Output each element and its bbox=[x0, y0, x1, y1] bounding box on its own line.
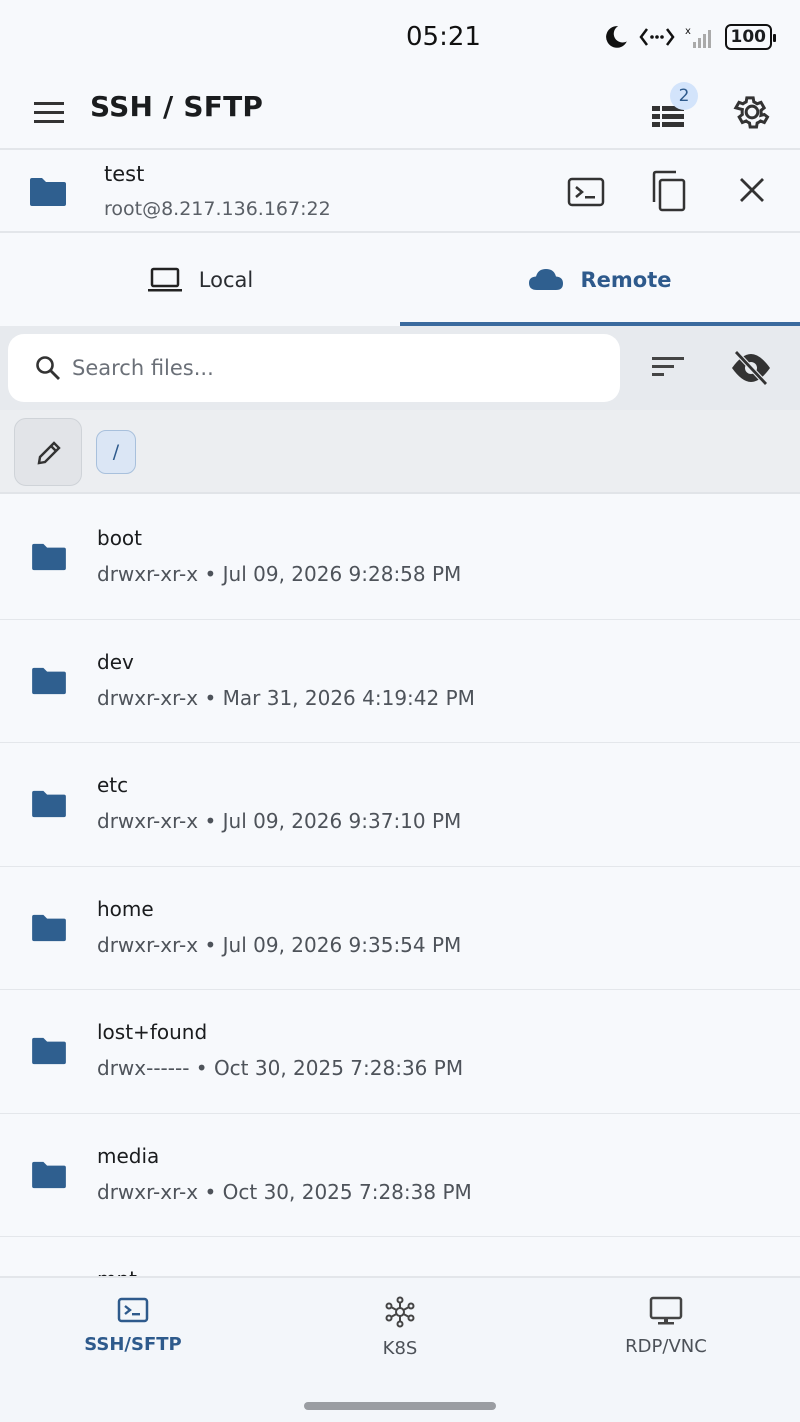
nav-item-rdp-vnc[interactable]: RDP/VNC bbox=[533, 1296, 799, 1376]
file-date: Mar 31, 2026 4:19:42 PM bbox=[222, 685, 475, 710]
file-meta: drwxr-xr-x • Jul 09, 2026 9:35:54 PM bbox=[97, 932, 462, 957]
folder-icon bbox=[32, 1161, 66, 1188]
file-name: etc bbox=[97, 773, 129, 797]
page-title: SSH / SFTP bbox=[90, 90, 264, 123]
file-name: mnt bbox=[97, 1267, 137, 1276]
path-bar: / bbox=[0, 410, 800, 494]
queue-count-badge: 2 bbox=[670, 82, 698, 110]
file-permissions: drwx------ bbox=[97, 1056, 190, 1080]
file-name: home bbox=[97, 896, 154, 921]
menu-icon[interactable] bbox=[32, 96, 66, 130]
tab-label: Remote bbox=[580, 268, 672, 292]
tab-local[interactable]: Local bbox=[0, 234, 400, 326]
moon-icon bbox=[605, 26, 627, 48]
nav-label: RDP/VNC bbox=[625, 1336, 707, 1357]
nav-label: SSH/SFTP bbox=[84, 1334, 182, 1355]
file-name: media bbox=[97, 1143, 160, 1168]
status-bar: 05:21 x 100 bbox=[0, 0, 800, 78]
signal-icon: x bbox=[685, 26, 711, 48]
file-name: dev bbox=[97, 649, 134, 674]
location-tabs: Local Remote bbox=[0, 234, 800, 326]
breadcrumb-root[interactable]: / bbox=[96, 430, 136, 474]
connection-header: test root@8.217.136.167:22 bbox=[0, 150, 800, 232]
folder-icon bbox=[32, 914, 66, 941]
tab-remote[interactable]: Remote bbox=[400, 234, 800, 326]
file-permissions: drwxr-xr-x bbox=[97, 809, 199, 833]
list-item[interactable]: media drwxr-xr-x • Oct 30, 2025 7:28:38 … bbox=[0, 1113, 800, 1237]
folder-icon bbox=[32, 543, 66, 571]
list-item[interactable]: etc drwxr-xr-x • Jul 09, 2026 9:37:10 PM bbox=[0, 743, 800, 867]
folder-icon bbox=[32, 667, 66, 694]
sort-icon[interactable] bbox=[650, 352, 686, 382]
search-input[interactable] bbox=[72, 348, 592, 388]
eye-off-icon[interactable] bbox=[730, 348, 772, 388]
file-date: Jul 09, 2026 9:35:54 PM bbox=[222, 932, 462, 957]
svg-text:x: x bbox=[685, 26, 691, 37]
folder-icon bbox=[32, 1037, 66, 1065]
list-item[interactable]: dev drwxr-xr-x • Mar 31, 2026 4:19:42 PM bbox=[0, 619, 800, 743]
data-transfer-icon bbox=[638, 28, 675, 46]
search-box[interactable] bbox=[8, 334, 620, 402]
network-icon bbox=[385, 1296, 415, 1328]
file-list[interactable]: boot drwxr-xr-x • Jul 09, 2026 9:28:58 P… bbox=[0, 496, 800, 1276]
edit-path-button[interactable] bbox=[14, 418, 82, 486]
file-name: lost+found bbox=[97, 1020, 208, 1044]
pencil-icon bbox=[37, 441, 61, 465]
file-permissions: drwxr-xr-x bbox=[97, 1179, 199, 1204]
list-item[interactable]: lost+found drwx------ • Oct 30, 2025 7:2… bbox=[0, 990, 800, 1114]
file-permissions: drwxr-xr-x bbox=[97, 562, 199, 586]
nav-label: K8S bbox=[382, 1338, 418, 1359]
status-icons: x 100 bbox=[603, 24, 776, 50]
nav-item-ssh-sftp[interactable]: SSH/SFTP bbox=[0, 1296, 266, 1376]
home-indicator[interactable] bbox=[304, 1402, 496, 1410]
file-permissions: drwxr-xr-x bbox=[97, 685, 199, 710]
list-item[interactable]: boot drwxr-xr-x • Jul 09, 2026 9:28:58 P… bbox=[0, 496, 800, 620]
status-time: 05:21 bbox=[406, 22, 481, 52]
file-meta: drwxr-xr-x • Jul 09, 2026 9:28:58 PM bbox=[97, 562, 462, 586]
list-item[interactable]: mnt bbox=[0, 1237, 800, 1276]
monitor-icon bbox=[649, 1296, 683, 1325]
file-name: boot bbox=[97, 526, 143, 550]
search-icon bbox=[36, 356, 60, 380]
close-icon[interactable] bbox=[734, 172, 770, 208]
file-meta: drwxr-xr-x • Oct 30, 2025 7:28:38 PM bbox=[97, 1179, 472, 1204]
terminal-icon[interactable] bbox=[566, 172, 606, 212]
cloud-icon bbox=[529, 269, 564, 290]
bottom-navigation: SSH/SFTP K8S RDP/VNC bbox=[0, 1276, 800, 1422]
file-date: Oct 30, 2025 7:28:38 PM bbox=[222, 1179, 472, 1204]
copy-icon[interactable] bbox=[648, 170, 688, 212]
divider bbox=[0, 231, 800, 233]
folder-icon bbox=[30, 178, 66, 206]
app-bar: SSH / SFTP 2 bbox=[0, 78, 800, 148]
file-meta: drwx------ • Oct 30, 2025 7:28:36 PM bbox=[97, 1056, 464, 1080]
file-meta: drwxr-xr-x • Mar 31, 2026 4:19:42 PM bbox=[97, 685, 475, 710]
file-meta: drwxr-xr-x • Jul 09, 2026 9:37:10 PM bbox=[97, 809, 462, 833]
battery-indicator: 100 bbox=[724, 24, 776, 50]
file-date: Jul 09, 2026 9:28:58 PM bbox=[222, 562, 462, 586]
list-item[interactable]: home drwxr-xr-x • Jul 09, 2026 9:35:54 P… bbox=[0, 866, 800, 990]
tab-label: Local bbox=[198, 268, 254, 292]
file-date: Oct 30, 2025 7:28:36 PM bbox=[213, 1056, 464, 1080]
connection-name: test bbox=[104, 162, 145, 186]
gear-icon[interactable] bbox=[732, 92, 772, 132]
connection-host: root@8.217.136.167:22 bbox=[104, 198, 331, 220]
file-toolbar bbox=[0, 326, 800, 410]
laptop-icon bbox=[147, 267, 182, 292]
file-date: Jul 09, 2026 9:37:10 PM bbox=[222, 809, 462, 833]
folder-icon bbox=[32, 790, 66, 818]
terminal-icon bbox=[117, 1297, 149, 1323]
nav-item-k8s[interactable]: K8S bbox=[267, 1296, 533, 1376]
file-permissions: drwxr-xr-x bbox=[97, 932, 199, 957]
